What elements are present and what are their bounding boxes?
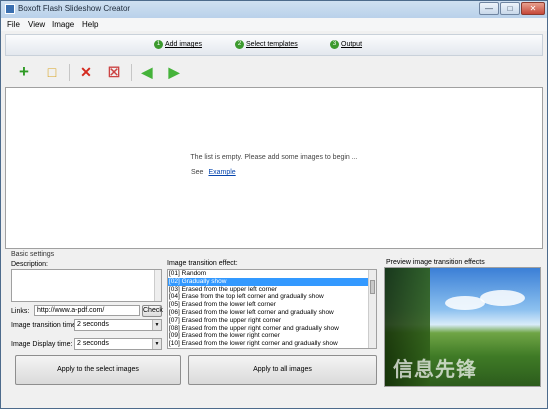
menu-image[interactable]: Image <box>52 20 74 29</box>
effect-item[interactable]: [04] Erase from the top left corner and … <box>168 293 376 301</box>
display-time-label: Image Display time: <box>11 341 73 348</box>
transition-effect-list[interactable]: [01] Random [02] Gradually show [03] Era… <box>167 269 377 349</box>
display-time-value: 2 seconds <box>77 340 109 347</box>
maximize-button[interactable]: □ <box>500 2 520 15</box>
effect-list-scrollbar[interactable] <box>368 270 376 348</box>
step-select-templates[interactable]: 2 Select templates <box>235 40 298 49</box>
menu-view[interactable]: View <box>28 20 45 29</box>
minimize-button[interactable]: — <box>479 2 499 15</box>
app-icon <box>5 4 15 14</box>
effect-item-selected[interactable]: [02] Gradually show <box>168 277 376 286</box>
description-scrollbar[interactable] <box>154 270 161 301</box>
move-up-arrow-icon[interactable]: ◀ <box>139 64 155 80</box>
links-input[interactable]: http://www.a-pdf.com/ <box>34 305 140 316</box>
toolbar: + □ ✕ ☒ ◀ ▶ <box>5 59 543 86</box>
effect-item[interactable]: [01] Random <box>168 270 376 278</box>
window-title: Boxoft Flash Slideshow Creator <box>18 4 131 13</box>
step-add-images-label: Add images <box>165 41 202 48</box>
effect-item[interactable]: [09] Erased from the lower right corner <box>168 332 376 340</box>
effect-item[interactable]: [10] Erased from the lower right corner … <box>168 340 376 348</box>
example-link[interactable]: Example <box>208 169 235 176</box>
step-output[interactable]: 3 Output <box>330 40 362 49</box>
transition-time-value: 2 seconds <box>77 321 109 328</box>
effect-item[interactable]: [03] Erased from the upper left corner <box>168 286 376 294</box>
step-output-label: Output <box>341 41 363 48</box>
chevron-down-icon: ▼ <box>152 320 161 330</box>
links-label: Links: <box>11 308 30 315</box>
title-bar: Boxoft Flash Slideshow Creator — □ ✕ <box>1 1 547 18</box>
step-1-icon: 1 <box>154 40 163 49</box>
empty-list-message: The list is empty. Please add some image… <box>190 154 358 161</box>
effect-item[interactable]: [05] Erased from the lower left corner <box>168 301 376 309</box>
effect-item[interactable]: [08] Erased from the upper right corner … <box>168 325 376 333</box>
delete-all-icon[interactable]: ☒ <box>106 64 122 80</box>
transition-effect-label: Image transition effect: <box>167 260 238 267</box>
effect-item[interactable]: [07] Erased from the upper right corner <box>168 317 376 325</box>
step-2-icon: 2 <box>235 40 244 49</box>
move-down-arrow-icon[interactable]: ▶ <box>166 64 182 80</box>
watermark: 信息先锋 <box>393 359 477 381</box>
step-3-icon: 3 <box>330 40 339 49</box>
close-button[interactable]: ✕ <box>521 2 545 15</box>
transition-time-label: Image transition time: <box>11 322 78 329</box>
step-select-templates-label: Select templates <box>246 41 298 48</box>
preview-cloud <box>480 290 525 306</box>
description-label: Description: <box>11 261 48 268</box>
chevron-down-icon: ▼ <box>152 339 161 349</box>
description-textarea[interactable] <box>11 269 162 302</box>
toolbar-separator <box>69 64 70 81</box>
menu-file[interactable]: File <box>7 20 20 29</box>
image-list[interactable]: The list is empty. Please add some image… <box>5 87 543 249</box>
add-folder-icon[interactable]: □ <box>44 64 60 80</box>
delete-icon[interactable]: ✕ <box>78 64 94 80</box>
menu-help[interactable]: Help <box>82 20 98 29</box>
transition-time-select[interactable]: 2 seconds ▼ <box>74 319 162 331</box>
check-button[interactable]: Check <box>142 305 163 317</box>
scrollbar-thumb[interactable] <box>370 280 375 294</box>
see-example: See Example <box>191 169 236 176</box>
toolbar-separator <box>131 64 132 81</box>
apply-selected-button[interactable]: Apply to the select images <box>15 355 181 385</box>
basic-settings-title: Basic settings <box>11 251 55 258</box>
see-label: See <box>191 169 204 176</box>
effect-item[interactable]: [06] Erased from the lower left corner a… <box>168 309 376 317</box>
wizard-steps-bar: 1 Add images 2 Select templates 3 Output <box>5 34 543 56</box>
display-time-select[interactable]: 2 seconds ▼ <box>74 338 162 350</box>
menu-bar: File View Image Help <box>1 18 547 31</box>
apply-all-button[interactable]: Apply to all images <box>188 355 377 385</box>
preview-label: Preview image transition effects <box>386 259 485 266</box>
app-window: Boxoft Flash Slideshow Creator — □ ✕ Fil… <box>0 0 548 409</box>
preview-cloud <box>445 296 485 310</box>
add-image-icon[interactable]: + <box>16 63 32 80</box>
step-add-images[interactable]: 1 Add images <box>154 40 202 49</box>
